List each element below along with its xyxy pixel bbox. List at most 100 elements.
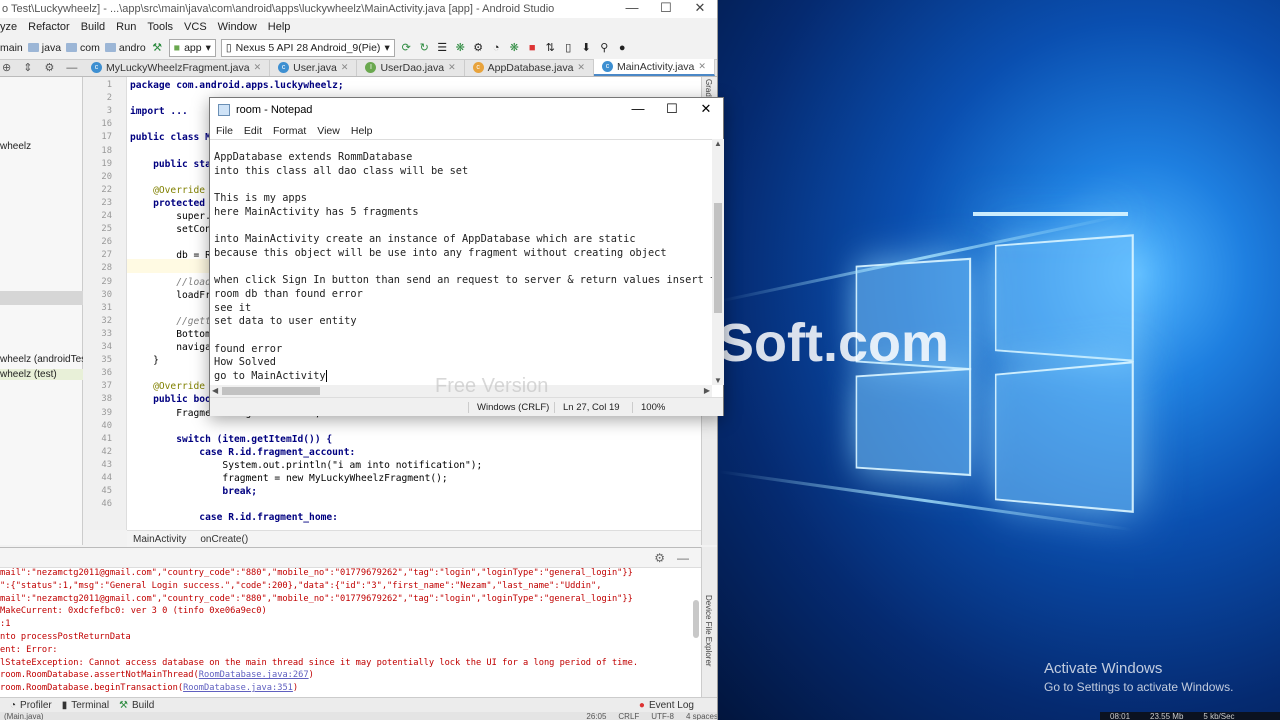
breadcrumb-method[interactable]: onCreate(): [200, 534, 248, 545]
menu-format[interactable]: Format: [273, 125, 306, 137]
notepad-text-area[interactable]: AppDatabase extends RommDatabase into thi…: [210, 139, 712, 385]
menu-edit[interactable]: Edit: [244, 125, 262, 137]
activate-windows-notice[interactable]: Activate Windows Go to Settings to activ…: [1044, 660, 1233, 694]
code-line[interactable]: fragment = new MyLuckyWheelzFragment();: [130, 473, 447, 484]
notepad-line[interactable]: [214, 178, 712, 192]
close-icon[interactable]: ✕: [689, 98, 723, 120]
profiler-tool[interactable]: ◔ Profiler: [10, 700, 52, 711]
close-tab-icon[interactable]: ✕: [448, 62, 456, 73]
status-position[interactable]: 26:05: [586, 712, 606, 720]
debug-attach-icon[interactable]: ❋: [508, 41, 521, 54]
project-item[interactable]: wheelz: [0, 141, 31, 152]
stacktrace-link[interactable]: RoomDatabase.java:267: [199, 670, 309, 680]
close-tab-icon[interactable]: ✕: [698, 61, 706, 72]
menu-help[interactable]: Help: [268, 21, 291, 33]
tab-mainactivity[interactable]: c MainActivity.java ✕: [593, 59, 715, 76]
notepad-line[interactable]: into MainActivity create an instance of …: [214, 233, 712, 247]
account-icon[interactable]: ●: [616, 41, 629, 54]
breadcrumb-com[interactable]: com: [66, 42, 100, 54]
code-line[interactable]: setCont: [130, 224, 216, 235]
attach-icon[interactable]: ⚙: [472, 41, 485, 54]
close-tab-icon[interactable]: ✕: [577, 62, 585, 73]
vertical-scrollbar[interactable]: ▲ ▼: [712, 139, 724, 385]
notepad-line[interactable]: set data to user entity: [214, 315, 712, 329]
notepad-line[interactable]: room db than found error: [214, 288, 712, 302]
tab-appdatabase[interactable]: c AppDatabase.java ✕: [465, 59, 594, 76]
notepad-line[interactable]: when click Sign In button than send an r…: [214, 274, 712, 288]
event-log-tool[interactable]: ● Event Log: [639, 700, 694, 711]
menu-view[interactable]: View: [317, 125, 340, 137]
log-line[interactable]: :1: [0, 619, 701, 632]
avd-icon[interactable]: ▯: [562, 41, 575, 54]
project-item[interactable]: wheelz (test): [0, 369, 83, 380]
status-encoding[interactable]: UTF-8: [651, 712, 674, 720]
device-select[interactable]: ▯ Nexus 5 API 28 Android_9(Pie) ▾: [220, 38, 395, 57]
code-line[interactable]: switch (item.getItemId()) {: [130, 434, 332, 445]
notepad-line[interactable]: [214, 219, 712, 233]
menu-vcs[interactable]: VCS: [184, 21, 207, 33]
close-tab-icon[interactable]: ✕: [254, 62, 262, 73]
menu-run[interactable]: Run: [116, 21, 136, 33]
target-icon[interactable]: ⊕: [2, 61, 11, 74]
menu-tools[interactable]: Tools: [147, 21, 173, 33]
gear-icon[interactable]: ⚙: [44, 61, 54, 74]
notepad-line[interactable]: [214, 261, 712, 275]
code-line[interactable]: navigat: [130, 342, 216, 353]
code-line[interactable]: protected v: [130, 198, 217, 209]
notepad-line[interactable]: AppDatabase extends RommDatabase: [214, 151, 712, 165]
status-indent[interactable]: 4 spaces: [686, 712, 717, 720]
code-line[interactable]: public stat: [130, 159, 217, 170]
search-icon[interactable]: ⚲: [598, 41, 611, 54]
list-icon[interactable]: ☰: [436, 41, 449, 54]
hammer-icon[interactable]: ⚒: [151, 41, 164, 54]
project-item[interactable]: wheelz (androidTest): [0, 354, 92, 365]
project-selected-row[interactable]: [0, 291, 83, 305]
log-line[interactable]: MakeCurrent: 0xdcfefbc0: ver 3 0 (tinfo …: [0, 606, 701, 619]
close-tab-icon[interactable]: ✕: [341, 62, 349, 73]
log-line[interactable]: ":{"status":1,"msg":"General Login succe…: [0, 581, 701, 594]
stacktrace-link[interactable]: RoomDatabase.java:351: [183, 683, 293, 693]
run-config-select[interactable]: ■ app ▾: [168, 38, 216, 57]
scroll-thumb[interactable]: [714, 203, 722, 313]
code-line[interactable]: break;: [130, 486, 257, 497]
breadcrumb-main[interactable]: main: [0, 42, 23, 54]
breadcrumb-andro[interactable]: andro: [104, 42, 146, 54]
log-line[interactable]: room.RoomDatabase.beginTransaction(RoomD…: [0, 683, 701, 696]
menu-refactor[interactable]: Refactor: [28, 21, 70, 33]
notepad-line[interactable]: here MainActivity has 5 fragments: [214, 206, 712, 220]
rerun-icon[interactable]: ⟳: [400, 41, 413, 54]
log-line[interactable]: mail":"nezamctg2011@gmail.com","country_…: [0, 568, 701, 581]
build-tool[interactable]: ⚒ Build: [119, 700, 154, 711]
scroll-down-icon[interactable]: ▼: [712, 376, 724, 385]
code-line[interactable]: case R.id.fragment_account:: [130, 447, 355, 458]
code-line[interactable]: db = Ro: [130, 250, 216, 261]
log-line[interactable]: lStateException: Cannot access database …: [0, 658, 701, 671]
log-line[interactable]: ent: Error:: [0, 645, 701, 658]
collapse-icon[interactable]: ⇕: [23, 61, 32, 74]
menu-build[interactable]: Build: [81, 21, 105, 33]
tab-user[interactable]: c User.java ✕: [270, 59, 358, 76]
scroll-up-icon[interactable]: ▲: [712, 139, 724, 148]
code-line[interactable]: public class Ma: [130, 132, 217, 143]
hide-panel-icon[interactable]: —: [677, 551, 689, 565]
device-file-explorer-button[interactable]: Device File Explorer: [704, 595, 713, 667]
notepad-line[interactable]: into this class all dao class will be se…: [214, 165, 712, 179]
menu-analyze[interactable]: yze: [0, 21, 17, 33]
logcat-scrollbar[interactable]: [693, 600, 699, 638]
sync-icon[interactable]: ⇅: [544, 41, 557, 54]
notepad-line[interactable]: found error: [214, 343, 712, 357]
code-line[interactable]: loadFra: [130, 290, 216, 301]
code-line[interactable]: package com.android.apps.luckywheelz;: [130, 80, 344, 91]
gear-icon[interactable]: ⚙: [654, 551, 665, 565]
horizontal-scrollbar[interactable]: ◀ ▶ Free Version: [210, 375, 712, 397]
breadcrumb-class[interactable]: MainActivity: [133, 534, 186, 545]
breadcrumb-java[interactable]: java: [27, 42, 61, 54]
code-line[interactable]: super.o: [130, 211, 216, 222]
stop-icon[interactable]: ■: [526, 41, 539, 54]
code-line[interactable]: BottomN: [130, 329, 216, 340]
apply-changes-icon[interactable]: ↻: [418, 41, 431, 54]
log-line[interactable]: mail":"nezamctg2011@gmail.com","country_…: [0, 594, 701, 607]
close-icon[interactable]: ✕: [683, 0, 717, 16]
minimize-icon[interactable]: —: [621, 98, 655, 120]
maximize-icon[interactable]: ☐: [655, 98, 689, 120]
